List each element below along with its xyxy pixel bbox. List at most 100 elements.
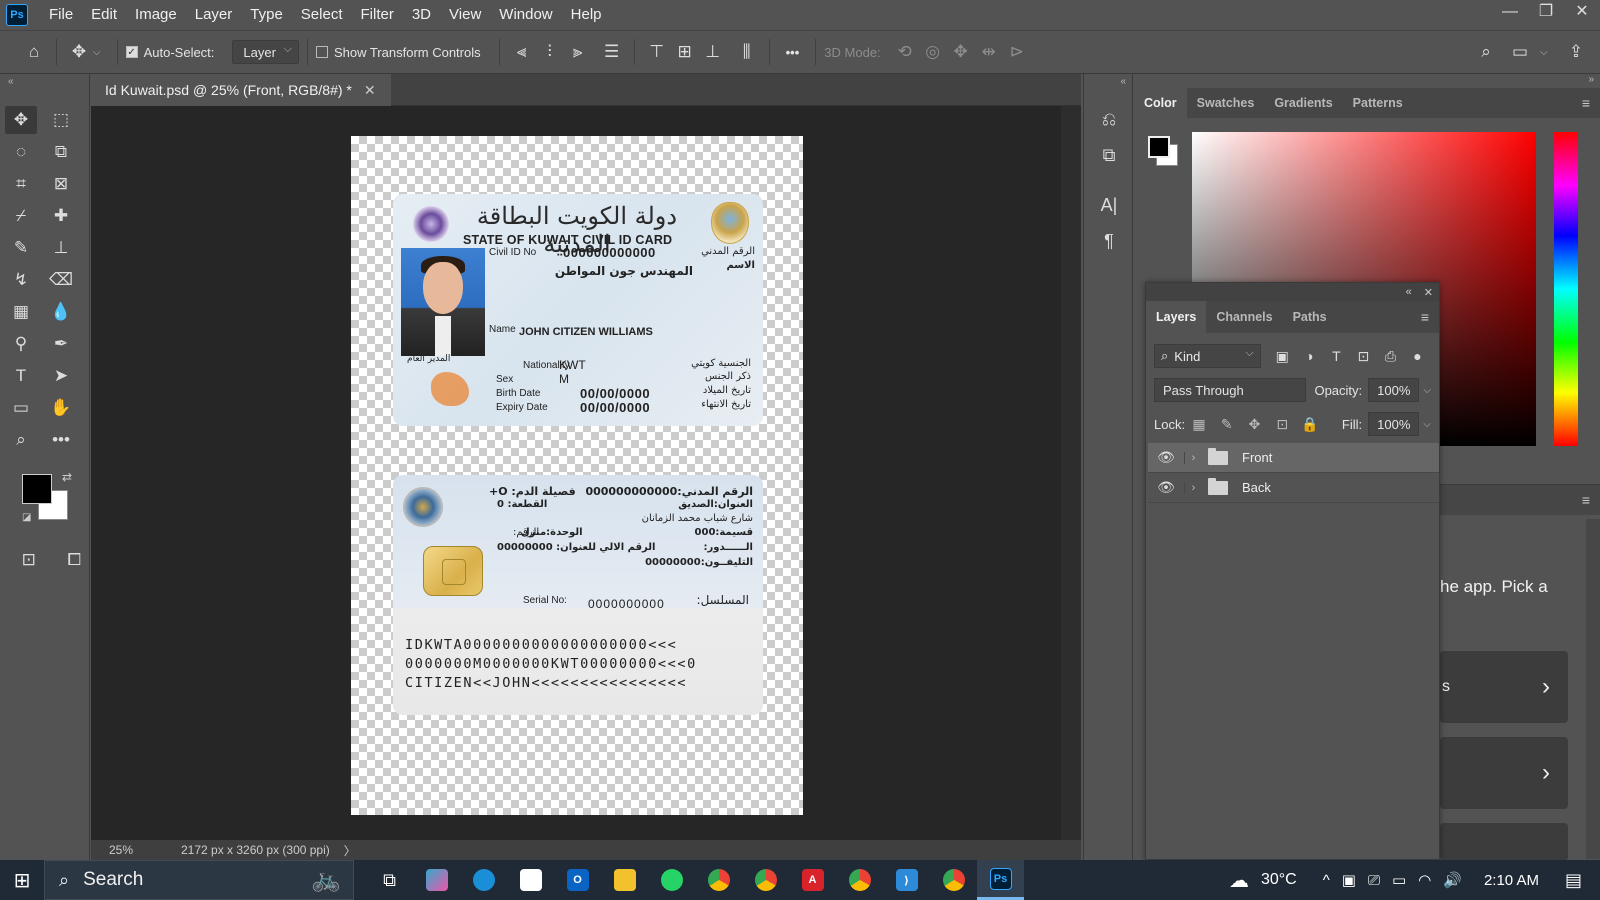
canvas-scrollbar[interactable] — [1061, 106, 1081, 840]
tab-paths[interactable]: Paths — [1283, 301, 1337, 333]
visibility-eye-icon[interactable]: 👁 — [1148, 479, 1184, 496]
lock-all-icon[interactable]: 🔒 — [1296, 416, 1324, 433]
menu-view[interactable]: View — [440, 0, 490, 30]
rectangle-tool-icon[interactable]: ▭ — [5, 394, 37, 422]
lock-pixels-icon[interactable]: ✎ — [1213, 416, 1241, 433]
menu-edit[interactable]: Edit — [82, 0, 126, 30]
task-view-icon[interactable]: ⧉ — [366, 860, 413, 900]
object-select-tool-icon[interactable]: ⧉ — [45, 138, 77, 166]
chrome-profile-3-icon[interactable] — [930, 860, 977, 900]
paragraph-panel-icon[interactable]: ¶ — [1089, 225, 1129, 257]
opacity-input[interactable]: 100% — [1368, 378, 1420, 402]
clock-time[interactable]: 2:10 AM — [1478, 872, 1545, 889]
foreground-color-small[interactable] — [1148, 136, 1170, 158]
swap-colors-icon[interactable]: ⇄ — [62, 470, 72, 484]
filter-smart-object-icon[interactable]: ⎙ — [1377, 348, 1404, 365]
show-hidden-icons-icon[interactable]: ^ — [1317, 872, 1336, 889]
filter-type-icon[interactable]: T — [1323, 348, 1350, 364]
layer-row-front[interactable]: 👁 › Front — [1148, 443, 1439, 473]
menu-select[interactable]: Select — [292, 0, 352, 30]
learn-scrollbar[interactable] — [1586, 519, 1600, 859]
expand-icon[interactable]: » — [1588, 74, 1594, 85]
align-left-icon[interactable]: ⫷ — [508, 38, 536, 66]
align-bottom-icon[interactable]: ⊥ — [699, 38, 727, 66]
home-icon[interactable]: ⌂ — [20, 38, 48, 66]
crop-tool-icon[interactable]: ⌗ — [5, 170, 37, 198]
quick-mask-icon[interactable]: ⊡ — [14, 546, 44, 574]
chevron-down-icon[interactable]: ⌵ — [93, 47, 101, 58]
distribute-icon[interactable]: ☰ — [598, 38, 626, 66]
dodge-tool-icon[interactable]: ⚲ — [5, 330, 37, 358]
lock-transparency-icon[interactable]: ▦ — [1185, 416, 1213, 433]
path-select-tool-icon[interactable]: ➤ — [45, 362, 77, 390]
visibility-eye-icon[interactable]: 👁 — [1148, 449, 1184, 466]
share-icon[interactable]: ⇪ — [1562, 38, 1590, 66]
meet-icon[interactable]: ▣ — [1336, 871, 1362, 889]
weather-cloud-icon[interactable]: ☁ — [1223, 868, 1255, 893]
display-icon[interactable]: ⎚ — [1362, 872, 1386, 889]
close-tab-icon[interactable]: ✕ — [364, 82, 376, 99]
layer-row-back[interactable]: 👁 › Back — [1148, 473, 1439, 503]
frame-tool-icon[interactable]: ⊠ — [45, 170, 77, 198]
menu-window[interactable]: Window — [490, 0, 561, 30]
menu-help[interactable]: Help — [562, 0, 611, 30]
vscode-icon[interactable]: ⟩ — [883, 860, 930, 900]
move-tool-icon[interactable]: ✥ — [65, 38, 93, 66]
outlook-icon[interactable]: O — [554, 860, 601, 900]
history-brush-tool-icon[interactable]: ↯ — [5, 266, 37, 294]
history-panel-icon[interactable]: ⎌ — [1089, 103, 1129, 135]
windows-start-icon[interactable]: ⊞ — [0, 860, 44, 900]
tab-layers[interactable]: Layers — [1146, 301, 1207, 333]
tab-swatches[interactable]: Swatches — [1187, 88, 1265, 118]
filter-adjustment-icon[interactable]: ◑ — [1296, 348, 1323, 364]
eyedropper-tool-icon[interactable]: ⌿ — [5, 202, 37, 230]
blur-tool-icon[interactable]: 💧 — [45, 298, 77, 326]
menu-3d[interactable]: 3D — [403, 0, 440, 30]
filter-toggle-icon[interactable]: ● — [1404, 348, 1431, 364]
document-tab[interactable]: Id Kuwait.psd @ 25% (Front, RGB/8#) * ✕ — [91, 74, 391, 106]
status-arrow-icon[interactable]: 〉 — [344, 842, 356, 859]
edge-icon[interactable] — [460, 860, 507, 900]
distribute-vertical-icon[interactable]: ⫼ — [733, 38, 761, 66]
menu-image[interactable]: Image — [126, 0, 186, 30]
panel-menu-icon[interactable]: ≡ — [1440, 485, 1600, 515]
battery-icon[interactable]: ▭ — [1386, 871, 1412, 889]
character-panel-icon[interactable]: A| — [1089, 189, 1129, 221]
blend-mode-dropdown[interactable]: Pass Through — [1154, 378, 1307, 402]
chrome-icon[interactable] — [695, 860, 742, 900]
collapse-icon[interactable]: « — [1406, 286, 1412, 298]
minimize-button[interactable]: — — [1492, 0, 1528, 26]
learn-card-2[interactable]: › — [1440, 737, 1568, 809]
tab-patterns[interactable]: Patterns — [1343, 88, 1413, 118]
collapse-icon[interactable]: « — [1084, 74, 1132, 89]
marquee-tool-icon[interactable]: ⬚ — [45, 106, 77, 134]
panel-menu-icon[interactable]: ≡ — [1411, 301, 1439, 333]
menu-file[interactable]: File — [40, 0, 82, 30]
align-right-icon[interactable]: ⫸ — [564, 38, 592, 66]
default-colors-icon[interactable]: ◪ — [22, 512, 31, 523]
healing-brush-tool-icon[interactable]: ✚ — [45, 202, 77, 230]
canvas-area[interactable]: دولة الكويت البطاقة المدنية STATE OF KUW… — [91, 106, 1061, 840]
notifications-icon[interactable]: ▤ — [1559, 870, 1588, 891]
search-icon[interactable]: ⌕ — [1472, 38, 1500, 66]
eraser-tool-icon[interactable]: ⌫ — [45, 266, 77, 294]
align-top-icon[interactable]: ⊤ — [643, 38, 671, 66]
close-panel-icon[interactable]: ✕ — [1424, 286, 1433, 299]
document-canvas[interactable]: دولة الكويت البطاقة المدنية STATE OF KUW… — [351, 136, 803, 815]
gradient-tool-icon[interactable]: ▦ — [5, 298, 37, 326]
fill-input[interactable]: 100% — [1368, 412, 1420, 436]
chevron-down-icon[interactable]: ⌵ — [1540, 47, 1548, 58]
auto-select-checkbox[interactable]: ✓ — [125, 46, 138, 58]
collapse-icon[interactable]: « — [0, 74, 89, 90]
taskbar-search[interactable]: ⌕ Search 🚲 — [44, 860, 354, 900]
zoom-tool-icon[interactable]: ⌕ — [5, 426, 37, 454]
show-transform-checkbox[interactable] — [315, 46, 328, 58]
close-window-button[interactable]: ✕ — [1564, 0, 1600, 26]
workspace-icon[interactable]: ▭ — [1506, 38, 1534, 66]
screen-mode-icon[interactable]: ⧠ — [60, 546, 90, 574]
layer-filter-dropdown[interactable]: ⌕ Kind — [1154, 344, 1261, 368]
move-tool-icon[interactable]: ✥ — [5, 106, 37, 134]
chevron-right-icon[interactable]: › — [1184, 481, 1202, 494]
hand-tool-icon[interactable]: ✋ — [45, 394, 77, 422]
learn-card-1[interactable]: s › — [1440, 651, 1568, 723]
